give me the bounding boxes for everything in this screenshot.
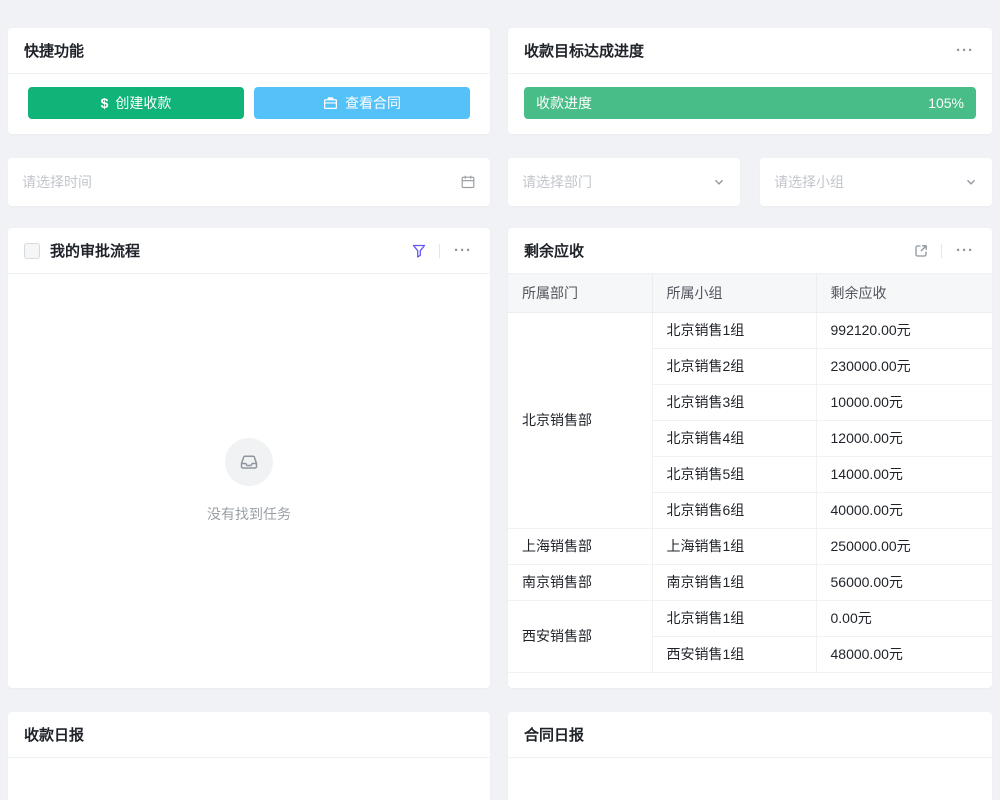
- view-contract-button[interactable]: 查看合同: [254, 87, 470, 119]
- table-row: 上海销售部上海销售1组250000.00元: [508, 528, 992, 564]
- amount-cell: 0.00元: [816, 600, 992, 636]
- briefcase-icon: [323, 96, 338, 111]
- col-remaining: 剩余应收: [816, 274, 992, 312]
- progress-bar: 收款进度 105%: [524, 87, 976, 119]
- progress-bar-label: 收款进度: [536, 93, 592, 113]
- group-cell: 南京销售1组: [652, 564, 816, 600]
- receipt-daily-card: 收款日报: [8, 712, 490, 800]
- dept-select-placeholder: 请选择部门: [522, 172, 712, 192]
- receivable-table: 所属部门 所属小组 剩余应收 北京销售部北京销售1组992120.00元北京销售…: [508, 274, 992, 673]
- department-cell: 上海销售部: [508, 528, 652, 564]
- receivable-table-body: 北京销售部北京销售1组992120.00元北京销售2组230000.00元北京销…: [508, 312, 992, 672]
- amount-cell: 12000.00元: [816, 420, 992, 456]
- group-cell: 北京销售2组: [652, 348, 816, 384]
- chevron-down-icon: [964, 175, 978, 189]
- dollar-icon: $: [101, 95, 109, 111]
- select-all-checkbox[interactable]: [24, 243, 40, 259]
- group-cell: 北京销售3组: [652, 384, 816, 420]
- divider: [941, 244, 942, 258]
- group-cell: 西安销售1组: [652, 636, 816, 672]
- chevron-down-icon: [712, 175, 726, 189]
- col-group: 所属小组: [652, 274, 816, 312]
- department-cell: 西安销售部: [508, 600, 652, 672]
- inbox-icon: [225, 438, 273, 486]
- view-contract-label: 查看合同: [345, 93, 401, 113]
- receivable-card: 剩余应收 ··· 所属部门 所属小组 剩余应收 北京销售部北京销售1组99212…: [508, 228, 992, 688]
- divider: [439, 244, 440, 258]
- contract-daily-title: 合同日报: [524, 724, 584, 745]
- col-department: 所属部门: [508, 274, 652, 312]
- quick-actions-card: 快捷功能 $ 创建收款 查看合同: [8, 28, 490, 134]
- receivable-header: 剩余应收 ···: [508, 228, 992, 274]
- group-cell: 北京销售1组: [652, 600, 816, 636]
- table-row: 南京销售部南京销售1组56000.00元: [508, 564, 992, 600]
- quick-actions-body: $ 创建收款 查看合同: [8, 74, 490, 132]
- table-row: 北京销售部北京销售1组992120.00元: [508, 312, 992, 348]
- amount-cell: 10000.00元: [816, 384, 992, 420]
- table-header-row: 所属部门 所属小组 剩余应收: [508, 274, 992, 312]
- approval-title: 我的审批流程: [50, 240, 140, 261]
- quick-actions-title: 快捷功能: [24, 40, 84, 61]
- progress-body: 收款进度 105%: [508, 74, 992, 132]
- progress-title: 收款目标达成进度: [524, 40, 644, 61]
- amount-cell: 14000.00元: [816, 456, 992, 492]
- approval-header: 我的审批流程 ···: [8, 228, 490, 274]
- department-cell: 南京销售部: [508, 564, 652, 600]
- empty-state: 没有找到任务: [8, 274, 490, 687]
- group-select[interactable]: 请选择小组: [760, 158, 992, 206]
- filter-funnel-icon[interactable]: [411, 243, 427, 259]
- amount-cell: 56000.00元: [816, 564, 992, 600]
- department-cell: 北京销售部: [508, 312, 652, 528]
- create-receipt-button[interactable]: $ 创建收款: [28, 87, 244, 119]
- contract-daily-header: 合同日报: [508, 712, 992, 758]
- empty-text: 没有找到任务: [207, 504, 291, 524]
- group-cell: 上海销售1组: [652, 528, 816, 564]
- progress-bar-value: 105%: [928, 95, 964, 111]
- progress-card: 收款目标达成进度 ··· 收款进度 105%: [508, 28, 992, 134]
- create-receipt-label: 创建收款: [115, 93, 171, 113]
- time-input[interactable]: [22, 174, 460, 190]
- amount-cell: 40000.00元: [816, 492, 992, 528]
- group-cell: 北京销售1组: [652, 312, 816, 348]
- receipt-daily-header: 收款日报: [8, 712, 490, 758]
- time-filter[interactable]: [8, 158, 490, 206]
- table-row: 西安销售部北京销售1组0.00元: [508, 600, 992, 636]
- progress-header: 收款目标达成进度 ···: [508, 28, 992, 74]
- group-select-placeholder: 请选择小组: [774, 172, 964, 192]
- amount-cell: 250000.00元: [816, 528, 992, 564]
- amount-cell: 48000.00元: [816, 636, 992, 672]
- contract-daily-card: 合同日报: [508, 712, 992, 800]
- receivable-title: 剩余应收: [524, 240, 584, 261]
- calendar-icon[interactable]: [460, 174, 476, 190]
- more-icon[interactable]: ···: [452, 241, 474, 260]
- more-icon[interactable]: ···: [954, 241, 976, 260]
- amount-cell: 992120.00元: [816, 312, 992, 348]
- group-cell: 北京销售5组: [652, 456, 816, 492]
- quick-actions-header: 快捷功能: [8, 28, 490, 74]
- group-cell: 北京销售4组: [652, 420, 816, 456]
- more-icon[interactable]: ···: [954, 41, 976, 60]
- external-link-icon[interactable]: [913, 243, 929, 259]
- amount-cell: 230000.00元: [816, 348, 992, 384]
- receipt-daily-title: 收款日报: [24, 724, 84, 745]
- group-cell: 北京销售6组: [652, 492, 816, 528]
- dept-select[interactable]: 请选择部门: [508, 158, 740, 206]
- approval-card: 我的审批流程 ··· 没有找到任务: [8, 228, 490, 688]
